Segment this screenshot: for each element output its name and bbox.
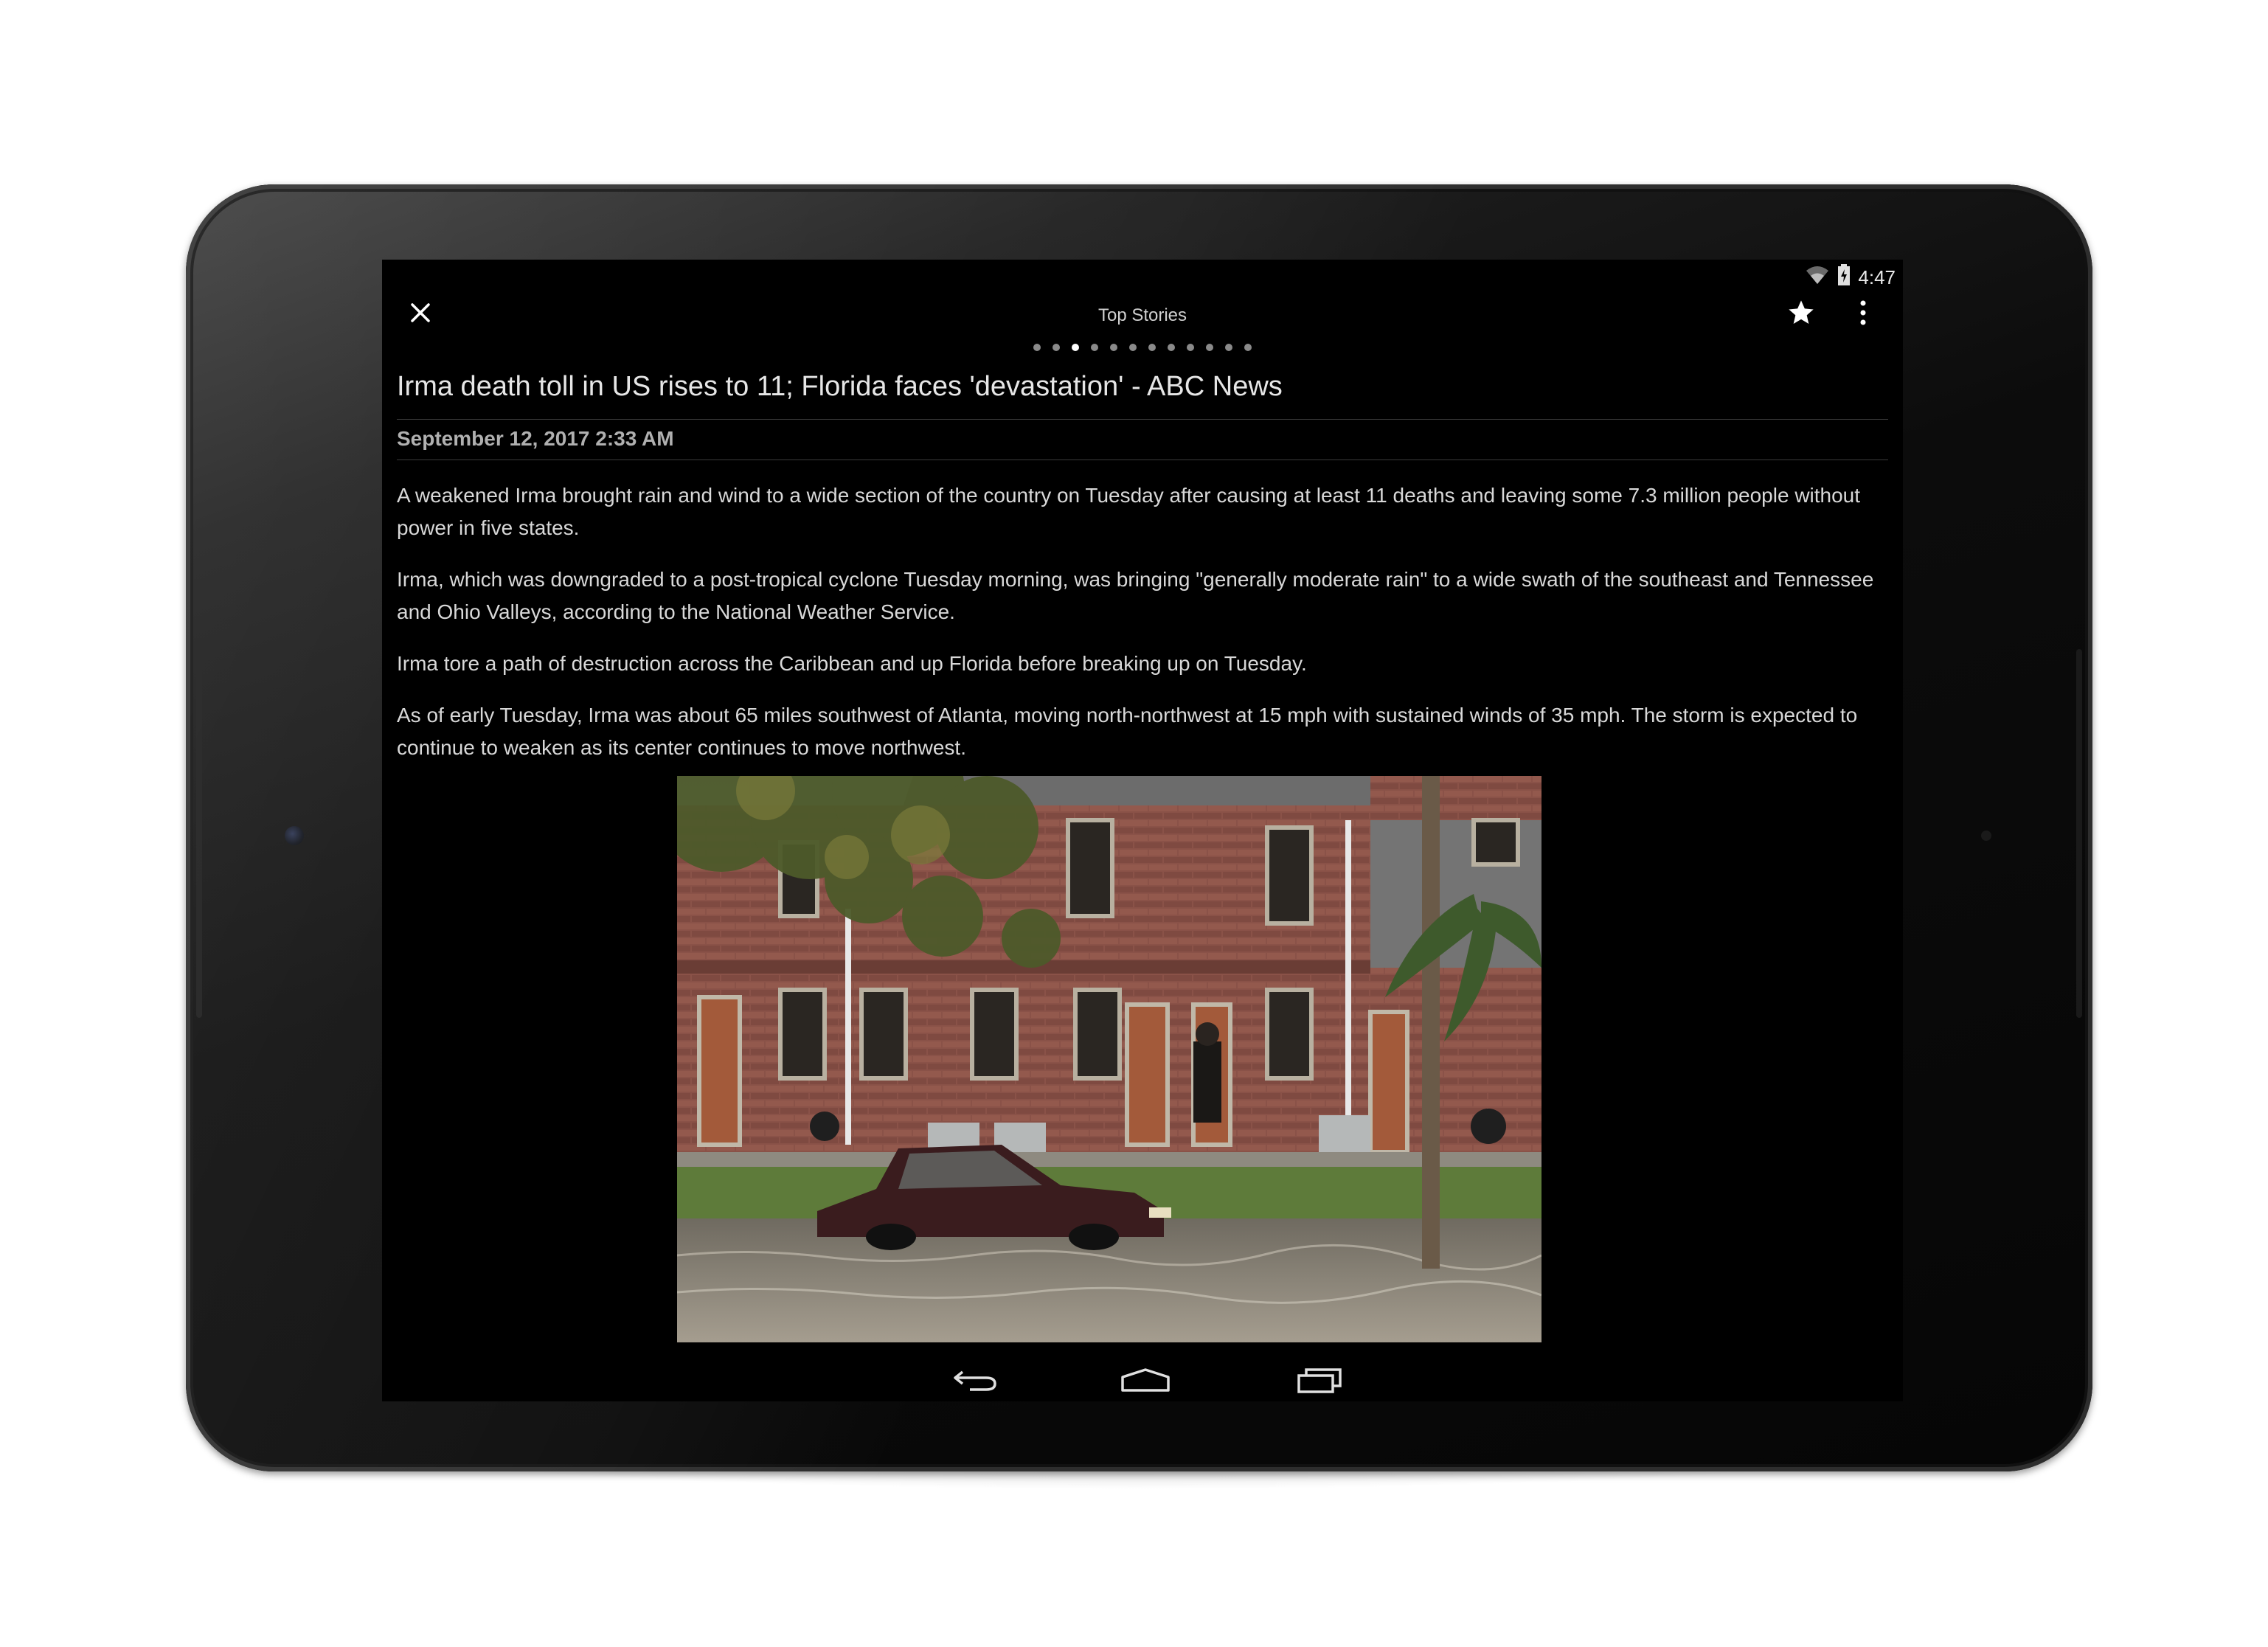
page-dot[interactable] — [1110, 344, 1117, 351]
home-icon — [1121, 1368, 1170, 1392]
flooded-street-photo — [677, 776, 1542, 1342]
page-dot[interactable] — [1244, 344, 1252, 351]
article-paragraph: As of early Tuesday, Irma was about 65 m… — [397, 704, 1858, 759]
page-indicator — [382, 344, 1903, 351]
article: Irma death toll in US rises to 11; Flori… — [397, 367, 1888, 764]
light-sensor — [1981, 831, 1991, 841]
page-dot[interactable] — [1187, 344, 1194, 351]
speaker-grille-left — [196, 649, 202, 1018]
page-dot[interactable] — [1225, 344, 1232, 351]
page-dot[interactable] — [1072, 344, 1079, 351]
toolbar-title: Top Stories — [1097, 305, 1187, 325]
front-camera — [285, 826, 304, 845]
overflow-menu-button[interactable] — [1845, 292, 1881, 333]
article-headline: Irma death toll in US rises to 11; Flori… — [397, 367, 1888, 420]
star-icon — [1789, 300, 1814, 324]
article-photo[interactable] — [677, 776, 1542, 1342]
page-dot[interactable] — [1129, 344, 1137, 351]
home-button[interactable] — [1120, 1362, 1171, 1398]
article-date: September 12, 2017 2:33 AM — [397, 420, 1888, 460]
article-paragraph: Irma tore a path of destruction across t… — [397, 652, 1307, 675]
speaker-grille-right — [2076, 649, 2082, 1018]
status-bar: 4:47 — [1805, 263, 1896, 292]
recents-icon — [1297, 1368, 1342, 1393]
page-dot[interactable] — [1148, 344, 1156, 351]
page-dot[interactable] — [1052, 344, 1060, 351]
back-icon — [954, 1370, 996, 1391]
toolbar: Top Stories — [382, 289, 1903, 333]
wifi-icon — [1805, 265, 1830, 291]
page-dot[interactable] — [1033, 344, 1041, 351]
page-dot[interactable] — [1091, 344, 1098, 351]
overflow-menu-icon — [1860, 300, 1866, 325]
page-dot[interactable] — [1206, 344, 1213, 351]
battery-charging-icon — [1837, 263, 1851, 291]
favorite-button[interactable] — [1780, 292, 1822, 333]
article-paragraph: A weakened Irma brought rain and wind to… — [397, 484, 1861, 539]
page-dot[interactable] — [1168, 344, 1175, 351]
status-time: 4:47 — [1858, 266, 1896, 288]
back-button[interactable] — [950, 1362, 1002, 1398]
recents-button[interactable] — [1294, 1362, 1345, 1398]
screen: 4:47 Top Stories Irma death toll in US r… — [382, 260, 1903, 1401]
article-paragraph: Irma, which was downgraded to a post-tro… — [397, 568, 1874, 623]
navigation-bar — [382, 1359, 1903, 1401]
